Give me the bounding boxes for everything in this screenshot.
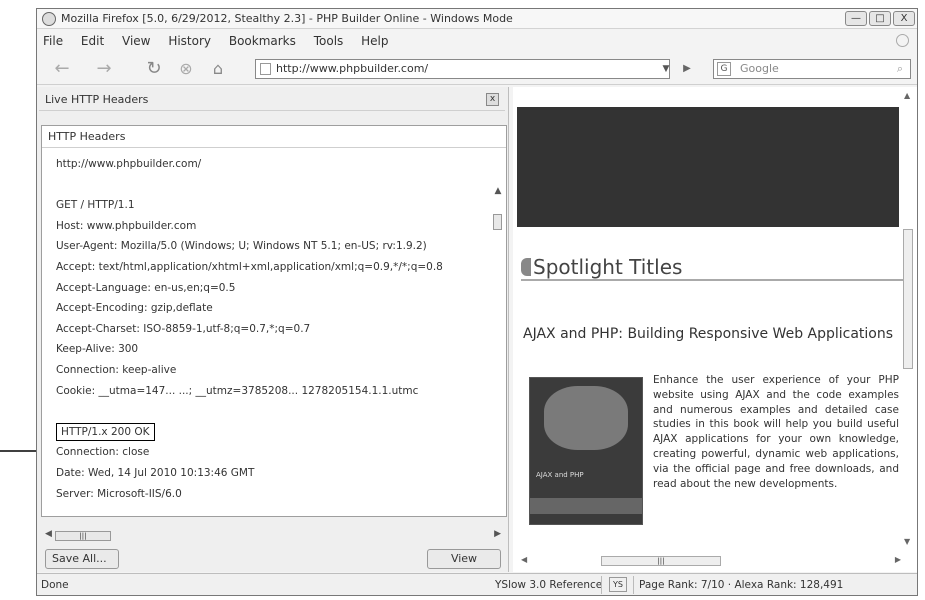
- headers-horizontal-scrollbar[interactable]: ◀ ||| ▶: [45, 529, 501, 543]
- sidebar-title: Live HTTP Headers: [45, 93, 149, 106]
- reload-icon[interactable]: ↻: [143, 59, 165, 81]
- search-placeholder: Google: [740, 62, 779, 75]
- close-icon[interactable]: x: [486, 93, 499, 106]
- header-line: http://www.phpbuilder.com/: [56, 158, 202, 170]
- header-line: Accept-Language: en-us,en;q=0.5: [56, 281, 236, 294]
- heading-bullet-icon: [521, 258, 531, 276]
- scroll-right-icon[interactable]: ▶: [494, 529, 501, 539]
- page-icon: [260, 63, 271, 75]
- status-divider: [633, 576, 634, 594]
- status-divider: [601, 576, 602, 594]
- book-cover-art: [544, 386, 628, 450]
- go-icon[interactable]: ▶: [679, 60, 695, 78]
- url-dropdown-icon[interactable]: ▼: [659, 60, 673, 78]
- menu-history[interactable]: History: [168, 34, 211, 48]
- response-status-highlight: HTTP/1.x 200 OK: [56, 422, 155, 441]
- browser-window: Mozilla Firefox [5.0, 6/29/2012, Stealth…: [36, 8, 918, 596]
- yslow-status[interactable]: YSlow 3.0 Reference: [495, 574, 602, 596]
- headers-lines: http://www.phpbuilder.com/ GET / HTTP/1.…: [56, 154, 476, 504]
- sidebar-header: Live HTTP Headers x: [39, 89, 505, 111]
- menu-bookmarks[interactable]: Bookmarks: [229, 34, 296, 48]
- maximize-button[interactable]: □: [869, 11, 891, 26]
- headers-list[interactable]: HTTP Headers http://www.phpbuilder.com/ …: [41, 125, 507, 517]
- highlighted-header-line: HTTP/1.x 200 OK: [56, 422, 476, 443]
- header-line: Connection: keep-alive: [56, 363, 177, 376]
- header-line: [56, 175, 476, 196]
- header-line: Accept-Charset: ISO-8859-1,utf-8;q=0.7,*…: [56, 322, 311, 335]
- menu-file[interactable]: File: [43, 34, 63, 48]
- scroll-down-icon[interactable]: ▼: [904, 537, 910, 546]
- yslow-icon[interactable]: YS: [609, 577, 627, 592]
- menu-help[interactable]: Help: [361, 34, 388, 48]
- header-line: Cookie: __utma=147... ...; __utmz=378520…: [56, 384, 419, 397]
- stop-icon[interactable]: ⊗: [175, 59, 197, 81]
- page-horizontal-scrollbar[interactable]: ◀ ||| ▶: [521, 555, 901, 567]
- menu-bar: File Edit View History Bookmarks Tools H…: [37, 30, 917, 52]
- search-bar[interactable]: G Google ⌕: [713, 59, 911, 79]
- scroll-right-icon[interactable]: ▶: [895, 555, 901, 564]
- header-line: Keep-Alive: 300: [56, 343, 139, 356]
- firefox-icon: [42, 12, 56, 26]
- book-cover-stripe: [530, 498, 642, 514]
- home-icon[interactable]: ⌂: [207, 59, 229, 81]
- headers-vertical-scrollbar[interactable]: ▲: [490, 186, 506, 506]
- window-title: Mozilla Firefox [5.0, 6/29/2012, Stealth…: [61, 12, 513, 25]
- menu-tools[interactable]: Tools: [314, 34, 344, 48]
- header-line: Date: Wed, 14 Jul 2010 10:13:46 GMT: [56, 466, 255, 479]
- web-page-content: Spotlight Titles AJAX and PHP: Building …: [513, 87, 917, 572]
- header-line: Connection: close: [56, 446, 150, 459]
- pagerank-status: Page Rank: 7/10 · Alexa Rank: 128,491: [639, 579, 844, 591]
- throbber-icon: [896, 34, 909, 47]
- close-button[interactable]: X: [893, 11, 915, 26]
- status-bar: Done YSlow 3.0 Reference YS Page Rank: 7…: [37, 573, 917, 595]
- book-cover-label: AJAX and PHP: [536, 471, 584, 479]
- header-line: Server: Microsoft-IIS/6.0: [56, 487, 182, 500]
- title-bar: Mozilla Firefox [5.0, 6/29/2012, Stealth…: [37, 9, 917, 29]
- section-heading: Spotlight Titles: [521, 253, 903, 281]
- header-line: User-Agent: Mozilla/5.0 (Windows; U; Win…: [56, 240, 427, 253]
- page-banner: [517, 107, 899, 227]
- minimize-button[interactable]: —: [845, 11, 867, 26]
- menu-edit[interactable]: Edit: [81, 34, 104, 48]
- status-text: Done: [41, 579, 69, 591]
- window-controls: — □ X: [845, 11, 915, 26]
- url-bar[interactable]: http://www.phpbuilder.com/: [255, 59, 670, 79]
- scroll-thumb[interactable]: |||: [601, 556, 721, 566]
- scroll-left-icon[interactable]: ◀: [45, 529, 52, 539]
- back-arrow-icon[interactable]: ←: [51, 59, 73, 81]
- search-icon[interactable]: ⌕: [892, 61, 908, 77]
- scroll-thumb[interactable]: |||: [55, 531, 111, 541]
- navigation-toolbar: ← → ↻ ⊗ ⌂ http://www.phpbuilder.com/ ▼ ▶…: [37, 53, 917, 85]
- spotlight-heading-text: Spotlight Titles: [533, 255, 683, 279]
- forward-arrow-icon[interactable]: →: [93, 59, 115, 81]
- url-text: http://www.phpbuilder.com/: [276, 62, 429, 75]
- view-button[interactable]: View: [427, 549, 501, 569]
- header-line: Accept-Encoding: gzip,deflate: [56, 302, 213, 315]
- article-title-link[interactable]: AJAX and PHP: Building Responsive Web Ap…: [523, 325, 901, 344]
- scroll-left-icon[interactable]: ◀: [521, 555, 527, 564]
- scroll-up-icon[interactable]: ▲: [490, 186, 506, 196]
- header-line: [56, 401, 476, 422]
- header-line: Host: www.phpbuilder.com: [56, 219, 197, 232]
- scroll-thumb[interactable]: [903, 229, 913, 369]
- headers-group-title: HTTP Headers: [42, 126, 506, 148]
- scroll-up-icon[interactable]: ▲: [904, 91, 910, 100]
- article-description: Enhance the user experience of your PHP …: [653, 374, 899, 490]
- save-all-button[interactable]: Save All...: [45, 549, 119, 569]
- menu-view[interactable]: View: [122, 34, 150, 48]
- scroll-thumb[interactable]: [493, 214, 502, 230]
- header-line: Accept: text/html,application/xhtml+xml,…: [56, 260, 443, 273]
- page-vertical-scrollbar[interactable]: ▲ ▼: [901, 89, 915, 549]
- header-line: GET / HTTP/1.1: [56, 199, 135, 212]
- live-headers-sidebar: Live HTTP Headers x HTTP Headers http://…: [37, 87, 509, 572]
- search-engine-icon[interactable]: G: [717, 62, 731, 76]
- book-cover-image[interactable]: AJAX and PHP: [529, 377, 643, 525]
